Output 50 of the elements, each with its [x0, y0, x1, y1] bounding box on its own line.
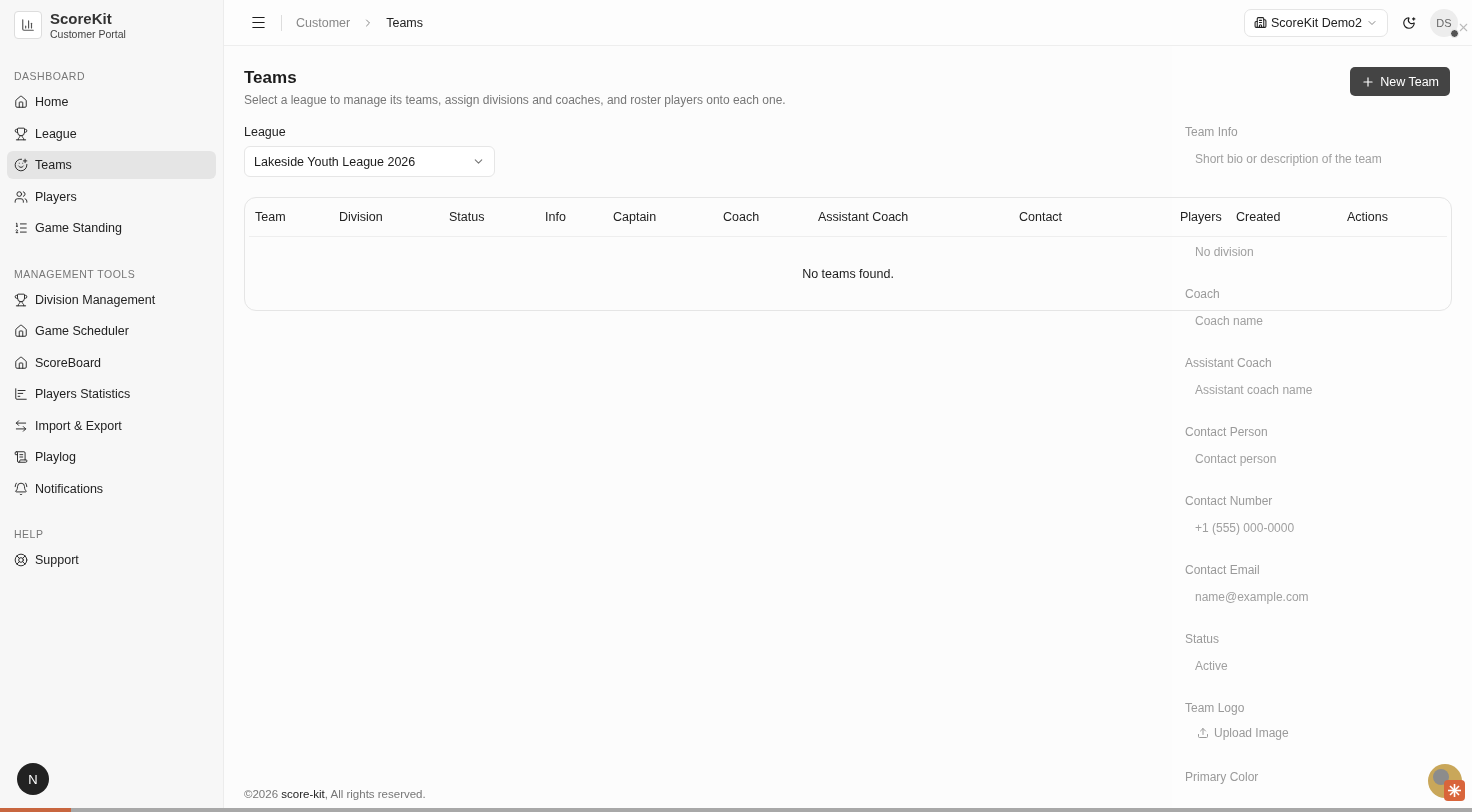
- sidebar-item[interactable]: Players Statistics: [7, 380, 216, 408]
- column-header: Status: [449, 210, 486, 224]
- sidebar-item[interactable]: League: [7, 119, 216, 148]
- brand-name: ScoreKit: [50, 10, 113, 27]
- dev-badge[interactable]: N: [17, 763, 49, 795]
- new-team-button[interactable]: New Team: [1350, 67, 1450, 96]
- section-title: HELP: [13, 528, 45, 540]
- field-label: League: [244, 125, 286, 139]
- column-header: Team: [255, 210, 287, 224]
- user-avatar[interactable]: DS: [1430, 8, 1458, 37]
- sidebar-item[interactable]: Notifications: [7, 474, 216, 503]
- page-description: Select a league to manage its teams, assign divisions and coaches, and roster players onto each one.: [244, 93, 786, 107]
- column-header: Players: [1180, 210, 1223, 224]
- field-label: Contact Number: [1185, 493, 1273, 510]
- column-header: Captain: [613, 210, 658, 224]
- sidebar-item[interactable]: Game Scheduler: [7, 317, 216, 345]
- column-header: Created: [1236, 210, 1282, 224]
- empty-message: No teams found.: [801, 267, 895, 281]
- field-label: Primary Color: [1185, 769, 1259, 786]
- column-header: Actions: [1347, 210, 1389, 224]
- column-header: Info: [545, 210, 567, 224]
- sidebar-item[interactable]: Teams: [7, 151, 216, 179]
- footer-text: ©2026 score-kit, All rights reserved.: [244, 788, 426, 800]
- field-label: Assistant Coach: [1185, 355, 1272, 372]
- brand-subtitle: Customer Portal: [50, 28, 126, 40]
- section-title: DASHBOARD: [13, 70, 86, 82]
- field-label: Status: [1185, 631, 1220, 648]
- field-label: Team Logo: [1185, 700, 1245, 717]
- column-header: Division: [339, 210, 384, 224]
- section-title: MANAGEMENT TOOLS: [13, 267, 137, 280]
- sidebar-item[interactable]: Playlog: [7, 443, 216, 471]
- field-label: Team Info: [1185, 124, 1238, 141]
- org-switcher[interactable]: ScoreKit Demo2: [1244, 8, 1388, 37]
- sidebar-item[interactable]: Import & Export: [7, 411, 216, 440]
- sidebar-item[interactable]: Division Management: [7, 285, 216, 314]
- column-header: Assistant Coach: [818, 210, 910, 224]
- breadcrumb-item[interactable]: Customer: [296, 15, 351, 30]
- sidebar-item[interactable]: ScoreBoard: [7, 348, 216, 377]
- field-label: Contact Person: [1185, 424, 1268, 441]
- page-title: Teams: [244, 68, 298, 88]
- field-label: Coach: [1185, 286, 1220, 303]
- column-header: Contact: [1019, 210, 1064, 224]
- sidebar-item[interactable]: Players: [7, 182, 216, 211]
- column-header: Coach: [723, 210, 761, 224]
- sidebar-item[interactable]: Game Standing: [7, 214, 216, 242]
- breadcrumb-item: Teams: [386, 15, 423, 30]
- sidebar-item[interactable]: Home: [7, 88, 216, 116]
- league-select[interactable]: Lakeside Youth League 2026: [244, 146, 495, 177]
- sidebar-item[interactable]: Support: [7, 546, 216, 574]
- field-label: Contact Email: [1185, 562, 1260, 579]
